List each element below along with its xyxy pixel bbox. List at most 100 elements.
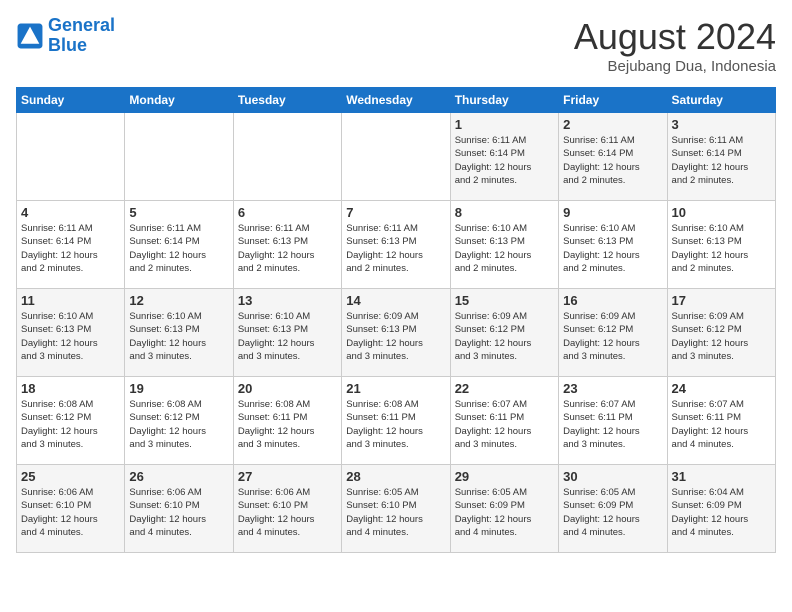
day-number: 14 xyxy=(346,293,445,308)
day-info: Sunrise: 6:09 AM Sunset: 6:12 PM Dayligh… xyxy=(563,310,662,363)
day-number: 25 xyxy=(21,469,120,484)
logo-line1: General xyxy=(48,15,115,35)
logo-text: General Blue xyxy=(48,16,115,56)
location-subtitle: Bejubang Dua, Indonesia xyxy=(574,58,776,75)
calendar-cell: 28 Sunrise: 6:05 AM Sunset: 6:10 PM Dayli… xyxy=(342,465,450,553)
week-row-0: 1Sunrise: 6:11 AM Sunset: 6:14 PM Daylig… xyxy=(17,113,776,201)
calendar-cell: 9 Sunrise: 6:10 AM Sunset: 6:13 PM Daylig… xyxy=(559,201,667,289)
day-info: Sunrise: 6:11 AM Sunset: 6:14 PM Dayligh… xyxy=(563,134,662,187)
day-number: 23 xyxy=(563,381,662,396)
day-number: 22 xyxy=(455,381,554,396)
day-number: 28 xyxy=(346,469,445,484)
day-info: Sunrise: 6:07 AM Sunset: 6:11 PM Dayligh… xyxy=(563,398,662,451)
day-info: Sunrise: 6:11 AM Sunset: 6:14 PM Dayligh… xyxy=(21,222,120,275)
calendar-cell: 29 Sunrise: 6:05 AM Sunset: 6:09 PM Dayli… xyxy=(450,465,558,553)
calendar-cell xyxy=(17,113,125,201)
calendar-cell xyxy=(125,113,233,201)
day-info: Sunrise: 6:09 AM Sunset: 6:13 PM Dayligh… xyxy=(346,310,445,363)
day-number: 11 xyxy=(21,293,120,308)
day-number: 9 xyxy=(563,205,662,220)
day-info: Sunrise: 6:06 AM Sunset: 6:10 PM Dayligh… xyxy=(238,486,337,539)
day-number: 18 xyxy=(21,381,120,396)
calendar-header-row: SundayMondayTuesdayWednesdayThursdayFrid… xyxy=(17,88,776,113)
day-number: 4 xyxy=(21,205,120,220)
calendar-cell: 14 Sunrise: 6:09 AM Sunset: 6:13 PM Dayli… xyxy=(342,289,450,377)
header-tuesday: Tuesday xyxy=(233,88,341,113)
day-info: Sunrise: 6:10 AM Sunset: 6:13 PM Dayligh… xyxy=(455,222,554,275)
calendar-cell: 15Sunrise: 6:09 AM Sunset: 6:12 PM Dayli… xyxy=(450,289,558,377)
day-number: 27 xyxy=(238,469,337,484)
week-row-1: 4 Sunrise: 6:11 AM Sunset: 6:14 PM Daylig… xyxy=(17,201,776,289)
calendar-cell: 8Sunrise: 6:10 AM Sunset: 6:13 PM Daylig… xyxy=(450,201,558,289)
logo-icon xyxy=(16,22,44,50)
day-number: 15 xyxy=(455,293,554,308)
header-wednesday: Wednesday xyxy=(342,88,450,113)
day-info: Sunrise: 6:08 AM Sunset: 6:12 PM Dayligh… xyxy=(129,398,228,451)
day-number: 24 xyxy=(672,381,771,396)
page-header: General Blue August 2024 Bejubang Dua, I… xyxy=(16,16,776,75)
calendar-cell: 27 Sunrise: 6:06 AM Sunset: 6:10 PM Dayli… xyxy=(233,465,341,553)
calendar-cell: 5 Sunrise: 6:11 AM Sunset: 6:14 PM Daylig… xyxy=(125,201,233,289)
day-info: Sunrise: 6:10 AM Sunset: 6:13 PM Dayligh… xyxy=(129,310,228,363)
calendar-cell: 19Sunrise: 6:08 AM Sunset: 6:12 PM Dayli… xyxy=(125,377,233,465)
day-info: Sunrise: 6:11 AM Sunset: 6:13 PM Dayligh… xyxy=(238,222,337,275)
day-number: 20 xyxy=(238,381,337,396)
calendar-cell: 26Sunrise: 6:06 AM Sunset: 6:10 PM Dayli… xyxy=(125,465,233,553)
calendar-cell: 1Sunrise: 6:11 AM Sunset: 6:14 PM Daylig… xyxy=(450,113,558,201)
calendar-cell: 24 Sunrise: 6:07 AM Sunset: 6:11 PM Dayli… xyxy=(667,377,775,465)
header-sunday: Sunday xyxy=(17,88,125,113)
day-info: Sunrise: 6:05 AM Sunset: 6:09 PM Dayligh… xyxy=(455,486,554,539)
day-info: Sunrise: 6:08 AM Sunset: 6:11 PM Dayligh… xyxy=(238,398,337,451)
title-block: August 2024 Bejubang Dua, Indonesia xyxy=(574,16,776,75)
week-row-4: 25 Sunrise: 6:06 AM Sunset: 6:10 PM Dayli… xyxy=(17,465,776,553)
day-info: Sunrise: 6:11 AM Sunset: 6:14 PM Dayligh… xyxy=(129,222,228,275)
week-row-2: 11 Sunrise: 6:10 AM Sunset: 6:13 PM Dayli… xyxy=(17,289,776,377)
day-number: 26 xyxy=(129,469,228,484)
day-info: Sunrise: 6:08 AM Sunset: 6:11 PM Dayligh… xyxy=(346,398,445,451)
header-friday: Friday xyxy=(559,88,667,113)
day-number: 21 xyxy=(346,381,445,396)
calendar-cell: 2Sunrise: 6:11 AM Sunset: 6:14 PM Daylig… xyxy=(559,113,667,201)
day-info: Sunrise: 6:07 AM Sunset: 6:11 PM Dayligh… xyxy=(455,398,554,451)
day-info: Sunrise: 6:04 AM Sunset: 6:09 PM Dayligh… xyxy=(672,486,771,539)
day-number: 5 xyxy=(129,205,228,220)
day-info: Sunrise: 6:06 AM Sunset: 6:10 PM Dayligh… xyxy=(21,486,120,539)
calendar-cell: 22 Sunrise: 6:07 AM Sunset: 6:11 PM Dayli… xyxy=(450,377,558,465)
calendar-cell: 4 Sunrise: 6:11 AM Sunset: 6:14 PM Daylig… xyxy=(17,201,125,289)
header-monday: Monday xyxy=(125,88,233,113)
calendar-cell: 21 Sunrise: 6:08 AM Sunset: 6:11 PM Dayli… xyxy=(342,377,450,465)
day-info: Sunrise: 6:11 AM Sunset: 6:14 PM Dayligh… xyxy=(455,134,554,187)
calendar-cell: 13 Sunrise: 6:10 AM Sunset: 6:13 PM Dayli… xyxy=(233,289,341,377)
day-info: Sunrise: 6:11 AM Sunset: 6:13 PM Dayligh… xyxy=(346,222,445,275)
logo-line2: Blue xyxy=(48,35,87,55)
calendar-table: SundayMondayTuesdayWednesdayThursdayFrid… xyxy=(16,87,776,553)
day-info: Sunrise: 6:10 AM Sunset: 6:13 PM Dayligh… xyxy=(238,310,337,363)
calendar-cell: 18Sunrise: 6:08 AM Sunset: 6:12 PM Dayli… xyxy=(17,377,125,465)
day-info: Sunrise: 6:05 AM Sunset: 6:10 PM Dayligh… xyxy=(346,486,445,539)
day-number: 30 xyxy=(563,469,662,484)
calendar-cell: 30 Sunrise: 6:05 AM Sunset: 6:09 PM Dayli… xyxy=(559,465,667,553)
calendar-cell: 10 Sunrise: 6:10 AM Sunset: 6:13 PM Dayli… xyxy=(667,201,775,289)
day-info: Sunrise: 6:07 AM Sunset: 6:11 PM Dayligh… xyxy=(672,398,771,451)
day-number: 29 xyxy=(455,469,554,484)
calendar-cell xyxy=(233,113,341,201)
calendar-cell: 12 Sunrise: 6:10 AM Sunset: 6:13 PM Dayli… xyxy=(125,289,233,377)
day-number: 13 xyxy=(238,293,337,308)
day-number: 7 xyxy=(346,205,445,220)
calendar-cell: 3 Sunrise: 6:11 AM Sunset: 6:14 PM Daylig… xyxy=(667,113,775,201)
day-number: 17 xyxy=(672,293,771,308)
calendar-cell: 31Sunrise: 6:04 AM Sunset: 6:09 PM Dayli… xyxy=(667,465,775,553)
day-number: 12 xyxy=(129,293,228,308)
day-info: Sunrise: 6:10 AM Sunset: 6:13 PM Dayligh… xyxy=(563,222,662,275)
header-saturday: Saturday xyxy=(667,88,775,113)
day-number: 10 xyxy=(672,205,771,220)
day-info: Sunrise: 6:05 AM Sunset: 6:09 PM Dayligh… xyxy=(563,486,662,539)
day-number: 3 xyxy=(672,117,771,132)
calendar-cell: 7 Sunrise: 6:11 AM Sunset: 6:13 PM Daylig… xyxy=(342,201,450,289)
calendar-cell: 25 Sunrise: 6:06 AM Sunset: 6:10 PM Dayli… xyxy=(17,465,125,553)
day-info: Sunrise: 6:11 AM Sunset: 6:14 PM Dayligh… xyxy=(672,134,771,187)
day-info: Sunrise: 6:10 AM Sunset: 6:13 PM Dayligh… xyxy=(672,222,771,275)
day-number: 6 xyxy=(238,205,337,220)
day-info: Sunrise: 6:10 AM Sunset: 6:13 PM Dayligh… xyxy=(21,310,120,363)
calendar-cell: 17Sunrise: 6:09 AM Sunset: 6:12 PM Dayli… xyxy=(667,289,775,377)
